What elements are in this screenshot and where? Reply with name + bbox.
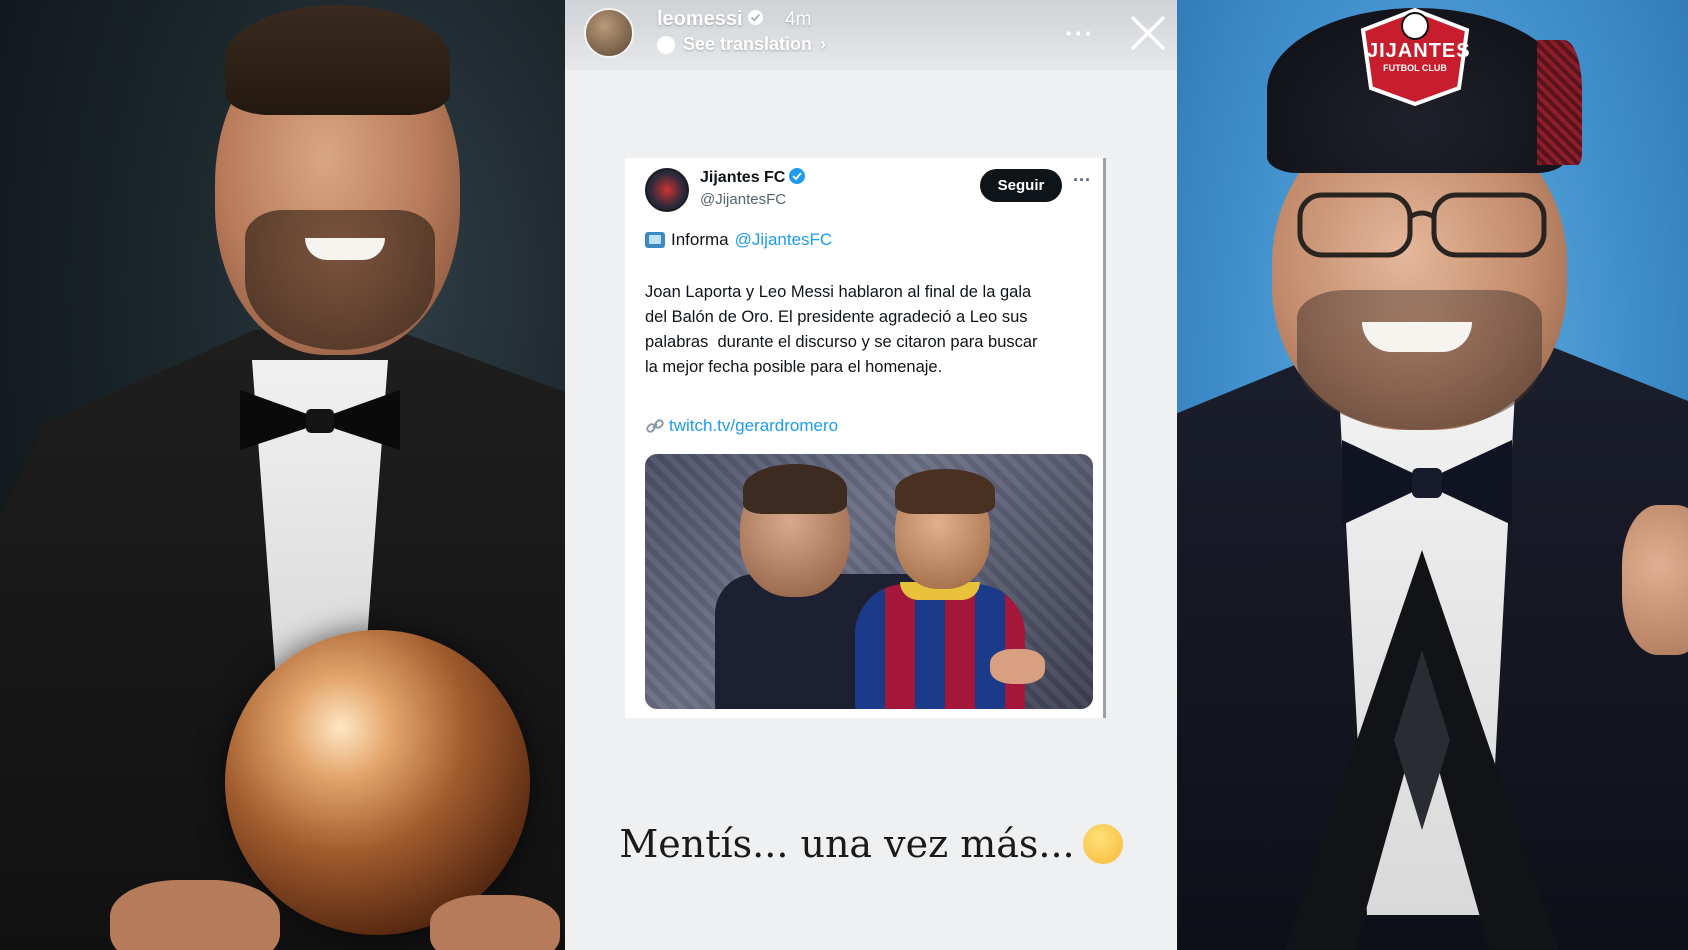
- informa-mention-link[interactable]: @JijantesFC: [735, 230, 833, 250]
- informa-label: Informa: [671, 230, 729, 249]
- left-photo-messi: [0, 0, 565, 950]
- host-smile: [1362, 322, 1472, 352]
- bowtie-icon: [1342, 440, 1512, 525]
- tv-icon: [645, 232, 665, 248]
- close-icon[interactable]: [1128, 13, 1168, 53]
- raised-fist: [1622, 505, 1688, 655]
- tweet-body: Joan Laporta y Leo Messi hablaron al fin…: [645, 280, 1085, 380]
- tweet-photo[interactable]: [645, 454, 1093, 709]
- link-icon: [646, 419, 664, 433]
- award-trophy: [1285, 550, 1559, 950]
- verified-badge-icon: [789, 167, 806, 184]
- story-caption: Mentís... una vez más...: [565, 822, 1177, 868]
- story-username[interactable]: leomessi: [657, 8, 763, 31]
- chevron-right-icon: ›: [820, 34, 827, 54]
- translate-icon: [657, 35, 675, 54]
- verified-badge-icon: [747, 10, 763, 26]
- host-stubble: [1297, 290, 1542, 430]
- tweet-author-name[interactable]: Jijantes FC: [700, 167, 806, 187]
- tweet-body-line: la mejor fecha posible para el homenaje.: [645, 358, 943, 376]
- right-photo-host: JIJANTES FUTBOL CLUB: [1177, 0, 1688, 950]
- story-header: leomessi 4m See translation › ···: [565, 0, 1177, 70]
- left-hand: [110, 880, 280, 950]
- bowtie-icon: [240, 390, 400, 450]
- follow-button[interactable]: Seguir: [980, 169, 1062, 202]
- tweet-author-avatar[interactable]: [645, 168, 689, 212]
- photo-player-hair: [895, 469, 995, 514]
- right-hand: [430, 895, 560, 950]
- tweet-body-line: del Balón de Oro. El presidente agradeci…: [645, 308, 1028, 326]
- player-hair: [225, 5, 450, 115]
- photo-player-jersey: [855, 584, 1025, 709]
- instagram-story: leomessi 4m See translation › ··· Jijant…: [565, 0, 1177, 950]
- cap-badge-subtext: FUTBOL CLUB: [1383, 63, 1447, 73]
- story-caption-text: Mentís... una vez más...: [619, 822, 1075, 866]
- tweet-body-line: palabras durante el discurso y se citaro…: [645, 333, 1038, 351]
- ballon-dor-trophy: [225, 630, 530, 935]
- tweet-more-button[interactable]: ···: [1073, 170, 1091, 191]
- cap-badge-text: JIJANTES: [1367, 40, 1471, 62]
- tweet-author-handle[interactable]: @JijantesFC: [700, 191, 786, 208]
- tweet-card: Jijantes FC @JijantesFC Seguir ··· Infor…: [625, 158, 1106, 718]
- player-smile: [305, 238, 385, 260]
- tweet-link[interactable]: twitch.tv/gerardromero: [645, 416, 838, 436]
- tweet-link-text: twitch.tv/gerardromero: [669, 416, 839, 435]
- see-translation-button[interactable]: See translation ›: [657, 34, 826, 55]
- tweet-informa-line: Informa @JijantesFC: [645, 230, 832, 250]
- story-username-text: leomessi: [657, 8, 743, 30]
- story-more-button[interactable]: ···: [1065, 18, 1094, 49]
- thinking-face-icon: [1082, 823, 1123, 864]
- glasses-icon: [1297, 192, 1547, 258]
- player-beard: [245, 210, 435, 350]
- see-translation-label: See translation: [683, 34, 813, 54]
- story-timestamp: 4m: [785, 9, 812, 30]
- photo-handshake: [990, 649, 1045, 684]
- tweet-body-line: Joan Laporta y Leo Messi hablaron al fin…: [645, 283, 1032, 301]
- story-avatar[interactable]: [584, 8, 634, 58]
- photo-person-hair: [743, 464, 847, 514]
- cap-mesh: [1537, 40, 1582, 165]
- tweet-author-name-text: Jijantes FC: [700, 169, 786, 186]
